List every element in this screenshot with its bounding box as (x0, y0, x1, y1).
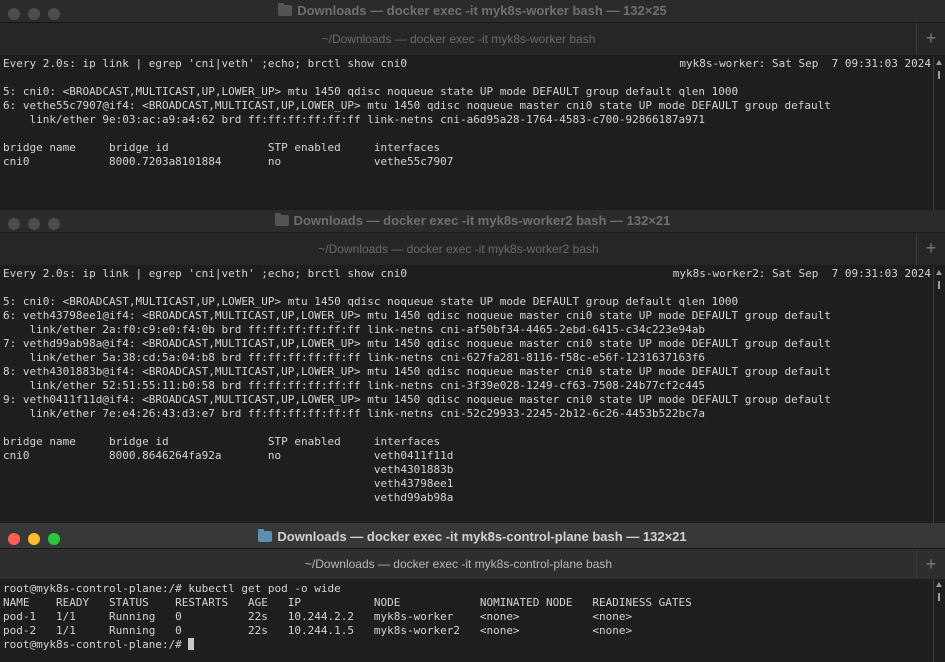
tab-title[interactable]: ~/Downloads — docker exec -it myk8s-cont… (0, 549, 917, 579)
scrollbar[interactable] (933, 579, 945, 662)
watch-command: Every 2.0s: ip link | egrep 'cni|veth' ;… (3, 267, 407, 280)
window-title: Downloads — docker exec -it myk8s-worker… (297, 3, 667, 18)
terminal-text: 5: cni0: <BROADCAST,MULTICAST,UP,LOWER_U… (3, 295, 831, 504)
scrollbar[interactable] (933, 57, 945, 210)
shell-prompt: root@myk8s-control-plane:/# (3, 638, 189, 651)
terminal-output[interactable]: root@myk8s-control-plane:/# kubectl get … (0, 579, 945, 662)
scroll-up-icon (936, 582, 942, 587)
watch-host-timestamp: myk8s-worker2: Sat Sep 7 09:31:03 2024 (672, 267, 931, 280)
window-title: Downloads — docker exec -it myk8s-worker… (293, 213, 671, 228)
tab-bar: ~/Downloads — docker exec -it myk8s-cont… (0, 548, 945, 579)
tab-title[interactable]: ~/Downloads — docker exec -it myk8s-work… (0, 233, 917, 265)
terminal-window-control-plane[interactable]: Downloads — docker exec -it myk8s-contro… (0, 523, 945, 662)
terminal-window-worker2[interactable]: Downloads — docker exec -it myk8s-worker… (0, 210, 945, 523)
terminal-text: 5: cni0: <BROADCAST,MULTICAST,UP,LOWER_U… (3, 85, 831, 168)
terminal-window-worker[interactable]: Downloads — docker exec -it myk8s-worker… (0, 0, 945, 210)
scroll-up-icon (936, 60, 942, 65)
scroll-position-marker (938, 593, 940, 601)
scroll-position-marker (938, 281, 940, 289)
tab-bar: ~/Downloads — docker exec -it myk8s-work… (0, 22, 945, 55)
watch-host-timestamp: myk8s-worker: Sat Sep 7 09:31:03 2024 (679, 57, 931, 70)
folder-icon (258, 529, 273, 542)
window-title: Downloads — docker exec -it myk8s-contro… (277, 529, 687, 544)
scrollbar[interactable] (933, 267, 945, 523)
title-bar[interactable]: Downloads — docker exec -it myk8s-worker… (0, 210, 945, 232)
scroll-position-marker (938, 71, 940, 79)
terminal-text: root@myk8s-control-plane:/# kubectl get … (3, 582, 692, 637)
text-cursor[interactable] (188, 638, 195, 650)
tab-title[interactable]: ~/Downloads — docker exec -it myk8s-work… (0, 23, 917, 55)
new-tab-button[interactable]: + (916, 233, 945, 265)
title-bar[interactable]: Downloads — docker exec -it myk8s-contro… (0, 523, 945, 548)
terminal-output[interactable]: Every 2.0s: ip link | egrep 'cni|veth' ;… (0, 267, 945, 523)
tab-bar: ~/Downloads — docker exec -it myk8s-work… (0, 232, 945, 265)
folder-icon (274, 213, 289, 226)
title-bar[interactable]: Downloads — docker exec -it myk8s-worker… (0, 0, 945, 22)
terminal-output[interactable]: Every 2.0s: ip link | egrep 'cni|veth' ;… (0, 57, 945, 210)
folder-icon (278, 3, 293, 16)
watch-command: Every 2.0s: ip link | egrep 'cni|veth' ;… (3, 57, 407, 70)
new-tab-button[interactable]: + (916, 549, 945, 579)
scroll-up-icon (936, 270, 942, 275)
new-tab-button[interactable]: + (916, 23, 945, 55)
